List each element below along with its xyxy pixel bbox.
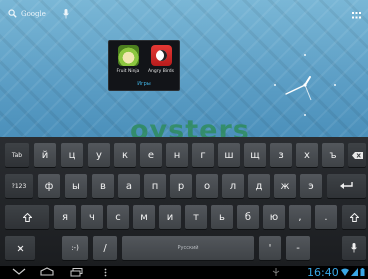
enter-icon [340, 182, 353, 189]
key-letter[interactable]: е [140, 143, 162, 167]
key-tab[interactable]: Tab [5, 143, 29, 167]
key-letter[interactable]: з [270, 143, 292, 167]
key-letter[interactable]: ы [65, 174, 87, 198]
key-letter[interactable]: а [118, 174, 140, 198]
key-letter[interactable]: у [88, 143, 110, 167]
backspace-icon [351, 151, 363, 159]
key-letter[interactable]: э [300, 174, 322, 198]
key-letter[interactable]: в [92, 174, 114, 198]
key-letter[interactable]: ь [211, 205, 233, 229]
key-voice[interactable] [342, 236, 366, 260]
wifi-icon [341, 268, 349, 276]
key-letter[interactable]: г [192, 143, 214, 167]
key-letter[interactable]: х [296, 143, 318, 167]
key-symbols[interactable]: ?123 [5, 174, 33, 198]
key-letter[interactable]: ж [274, 174, 296, 198]
search-icon [8, 9, 17, 18]
menu-icon[interactable] [104, 268, 107, 277]
analog-clock-widget[interactable] [270, 50, 340, 120]
google-label: Google [21, 9, 46, 18]
app-label: Angry Birds [147, 69, 175, 74]
usb-icon [272, 268, 280, 276]
back-icon[interactable] [12, 268, 26, 275]
shift-icon [22, 212, 32, 222]
key-letter[interactable]: д [248, 174, 270, 198]
key-letter[interactable]: т [185, 205, 207, 229]
key-period[interactable]: . [315, 205, 337, 229]
key-letter[interactable]: щ [244, 143, 266, 167]
key-letter[interactable]: й [34, 143, 56, 167]
key-letter[interactable]: к [114, 143, 136, 167]
voice-search-microphone-icon[interactable] [63, 9, 69, 19]
key-comma[interactable]: , [289, 205, 311, 229]
key-smiley[interactable]: :-) [62, 236, 88, 260]
key-letter[interactable]: л [222, 174, 244, 198]
key-letter[interactable]: ъ [322, 143, 344, 167]
status-clock: 16:40 [307, 266, 339, 279]
key-dash[interactable]: - [286, 236, 310, 260]
key-letter[interactable]: ц [61, 143, 83, 167]
recent-apps-icon[interactable] [70, 268, 83, 277]
app-fruit-ninja[interactable]: Fruit Ninja [113, 45, 143, 74]
key-shift-left[interactable] [5, 205, 49, 229]
on-screen-keyboard: Tab й ц у к е н г ш щ з х ъ ?123 ф ы в а… [0, 137, 368, 266]
folder-name: Игры [137, 81, 151, 87]
angry-birds-icon [150, 45, 172, 66]
key-slash[interactable]: / [93, 236, 117, 260]
key-letter[interactable]: р [170, 174, 192, 198]
key-letter[interactable]: и [159, 205, 181, 229]
key-letter[interactable]: с [107, 205, 129, 229]
key-letter[interactable]: м [133, 205, 155, 229]
fruit-ninja-icon [117, 45, 139, 66]
shift-icon [349, 212, 359, 222]
app-angry-birds[interactable]: Angry Birds [146, 45, 176, 74]
google-search-bar[interactable]: Google [8, 9, 46, 18]
key-space[interactable]: Русский [122, 236, 254, 260]
all-apps-icon[interactable] [352, 12, 361, 19]
home-icon[interactable] [40, 267, 54, 276]
key-settings[interactable] [5, 236, 35, 260]
microphone-icon [351, 243, 357, 253]
key-letter[interactable]: н [166, 143, 188, 167]
key-letter[interactable]: п [144, 174, 166, 198]
key-letter[interactable]: ш [218, 143, 240, 167]
key-letter[interactable]: ф [38, 174, 60, 198]
status-icons [341, 268, 365, 276]
battery-icon [360, 268, 365, 276]
key-apostrophe[interactable]: ' [259, 236, 281, 260]
key-letter[interactable]: я [54, 205, 76, 229]
key-letter[interactable]: о [196, 174, 218, 198]
key-letter[interactable]: б [237, 205, 259, 229]
key-letter[interactable]: ч [81, 205, 103, 229]
system-navigation-bar: 16:40 [0, 266, 368, 279]
settings-icon [17, 245, 23, 251]
app-label: Fruit Ninja [116, 69, 140, 74]
tablet-screen: Google Fruit Ninja Angry Birds Игры oyst… [0, 0, 368, 279]
key-letter[interactable]: ю [263, 205, 285, 229]
key-shift-right[interactable] [342, 205, 366, 229]
key-enter[interactable] [327, 174, 366, 198]
signal-icon [351, 268, 358, 276]
key-backspace[interactable] [348, 143, 366, 167]
games-folder[interactable]: Fruit Ninja Angry Birds Игры [108, 40, 180, 91]
